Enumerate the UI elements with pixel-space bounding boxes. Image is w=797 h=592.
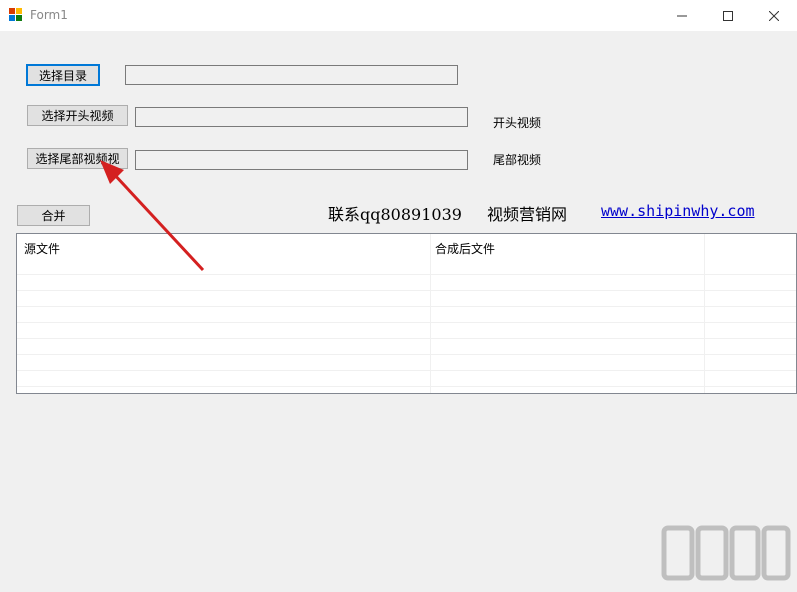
annotation-arrow: [100, 160, 205, 272]
watermark-logo: [661, 525, 791, 581]
